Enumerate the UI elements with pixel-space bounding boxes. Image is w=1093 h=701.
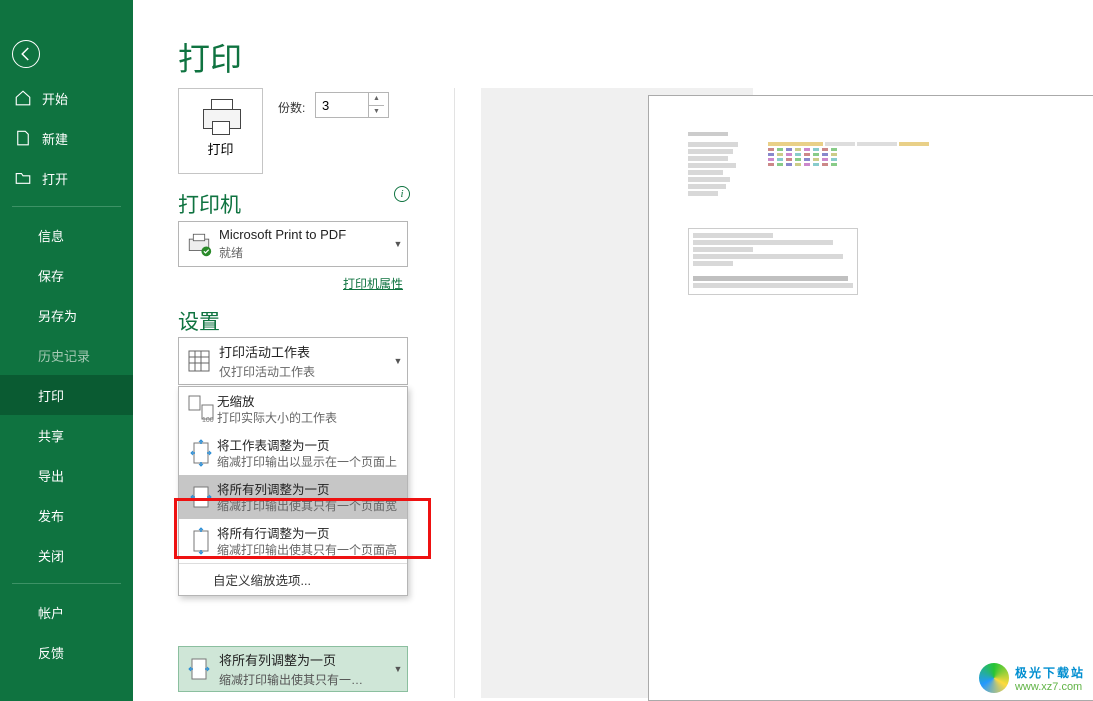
scaling-option-no-scaling[interactable]: 100 无缩放打印实际大小的工作表	[179, 387, 407, 431]
nav-print[interactable]: 打印	[0, 375, 133, 415]
nav-new-label: 新建	[42, 129, 68, 148]
scaling-dropdown: 100 无缩放打印实际大小的工作表 将工作表调整为一页缩减打印输出以显示在一个页…	[178, 386, 408, 596]
copies-input-wrapper: ▲ ▼	[315, 92, 389, 118]
backstage-sidebar: 开始 新建 打开 信息 保存 另存为 历史记录 打印 共享 导出 发布 关闭 帐…	[0, 0, 133, 701]
nav-export[interactable]: 导出	[0, 455, 133, 495]
copies-input[interactable]	[316, 98, 368, 113]
nav-close-label: 关闭	[38, 546, 64, 565]
watermark-url: www.xz7.com	[1015, 681, 1085, 693]
scaling-custom-option[interactable]: 自定义缩放选项...	[179, 563, 407, 595]
nav-separator-2	[12, 583, 121, 584]
printer-icon	[203, 105, 239, 131]
chevron-down-icon: ▼	[389, 239, 407, 249]
watermark-brand: 极光下载站	[1015, 664, 1085, 681]
home-icon	[14, 89, 32, 107]
print-backstage-content: 打印 打印 份数: ▲ ▼ 打印机 i Microsoft Print to P…	[133, 0, 1093, 701]
printer-properties-link[interactable]: 打印机属性	[343, 275, 403, 292]
scaling-opt-3-title: 将所有行调整为一页	[217, 523, 401, 542]
fit-sheet-icon	[188, 439, 214, 467]
nav-home[interactable]: 开始	[0, 78, 133, 118]
scaling-opt-0-desc: 打印实际大小的工作表	[217, 411, 401, 427]
nav-publish-label: 发布	[38, 506, 64, 525]
back-button[interactable]	[12, 40, 40, 68]
nav-publish[interactable]: 发布	[0, 495, 133, 535]
copies-spin-up[interactable]: ▲	[369, 93, 384, 106]
nav-home-label: 开始	[42, 89, 68, 108]
worksheet-icon	[187, 349, 211, 373]
new-icon	[14, 129, 32, 147]
nav-share-label: 共享	[38, 426, 64, 445]
no-scaling-icon: 100	[188, 395, 214, 423]
scaling-current-title: 将所有列调整为一页	[219, 650, 389, 669]
copies-spin-down[interactable]: ▼	[369, 106, 384, 118]
nav-export-label: 导出	[38, 466, 64, 485]
nav-saveas-label: 另存为	[38, 306, 77, 325]
scaling-opt-2-title: 将所有列调整为一页	[217, 479, 401, 498]
print-what-selector[interactable]: 打印活动工作表 仅打印活动工作表 ▼	[178, 337, 408, 385]
scaling-opt-3-desc: 缩减打印输出使其只有一个页面高	[217, 543, 401, 559]
nav-close[interactable]: 关闭	[0, 535, 133, 575]
preview-content-thumb	[688, 132, 1093, 295]
print-what-title: 打印活动工作表	[219, 342, 389, 361]
scaling-opt-1-title: 将工作表调整为一页	[217, 435, 401, 454]
printer-ready-icon	[186, 231, 212, 257]
panel-divider	[454, 88, 455, 698]
copies-spinner: ▲ ▼	[368, 93, 384, 117]
nav-new[interactable]: 新建	[0, 118, 133, 158]
copies-label: 份数:	[278, 99, 305, 116]
scaling-selector[interactable]: 将所有列调整为一页 缩减打印输出使其只有一… ▼	[178, 646, 408, 692]
open-folder-icon	[14, 169, 32, 187]
chevron-down-icon: ▼	[389, 664, 407, 674]
scaling-opt-2-desc: 缩减打印输出使其只有一个页面宽	[217, 499, 401, 515]
scaling-option-fit-rows[interactable]: 将所有行调整为一页缩减打印输出使其只有一个页面高	[179, 519, 407, 563]
print-button-label: 打印	[207, 139, 233, 158]
printer-info-icon[interactable]: i	[394, 186, 410, 202]
printer-name: Microsoft Print to PDF	[219, 227, 389, 242]
scaling-current-desc: 缩减打印输出使其只有一…	[219, 671, 389, 688]
fit-rows-icon	[188, 527, 214, 555]
nav-info[interactable]: 信息	[0, 215, 133, 255]
heading-settings: 设置	[178, 306, 220, 336]
back-arrow-icon	[17, 45, 35, 63]
print-what-desc: 仅打印活动工作表	[219, 363, 389, 380]
scaling-opt-0-title: 无缩放	[217, 391, 401, 410]
nav-save-label: 保存	[38, 266, 64, 285]
printer-status: 就绪	[219, 244, 389, 261]
print-preview-page	[648, 95, 1093, 701]
nav-feedback-label: 反馈	[38, 643, 64, 662]
nav-account[interactable]: 帐户	[0, 592, 133, 632]
heading-printer: 打印机	[178, 189, 241, 219]
page-title: 打印	[178, 34, 242, 80]
nav-info-label: 信息	[38, 226, 64, 245]
scaling-option-fit-columns[interactable]: 将所有列调整为一页缩减打印输出使其只有一个页面宽	[179, 475, 407, 519]
nav-share[interactable]: 共享	[0, 415, 133, 455]
nav-history-label: 历史记录	[38, 346, 90, 365]
nav-print-label: 打印	[38, 386, 64, 405]
nav-save[interactable]: 保存	[0, 255, 133, 295]
nav-open[interactable]: 打开	[0, 158, 133, 198]
printer-selector[interactable]: Microsoft Print to PDF 就绪 ▼	[178, 221, 408, 267]
watermark-logo-icon	[979, 663, 1009, 693]
fit-columns-icon	[186, 655, 212, 683]
nav-account-label: 帐户	[38, 603, 64, 622]
scaling-opt-1-desc: 缩减打印输出以显示在一个页面上	[217, 455, 401, 471]
fit-columns-icon	[188, 483, 214, 511]
chevron-down-icon: ▼	[389, 356, 407, 366]
watermark: 极光下载站 www.xz7.com	[979, 663, 1085, 693]
svg-text:100: 100	[202, 417, 214, 423]
nav-history: 历史记录	[0, 335, 133, 375]
nav-feedback[interactable]: 反馈	[0, 632, 133, 672]
print-button[interactable]: 打印	[178, 88, 263, 174]
nav-saveas[interactable]: 另存为	[0, 295, 133, 335]
nav-separator	[12, 206, 121, 207]
nav-open-label: 打开	[42, 169, 68, 188]
scaling-option-fit-sheet[interactable]: 将工作表调整为一页缩减打印输出以显示在一个页面上	[179, 431, 407, 475]
